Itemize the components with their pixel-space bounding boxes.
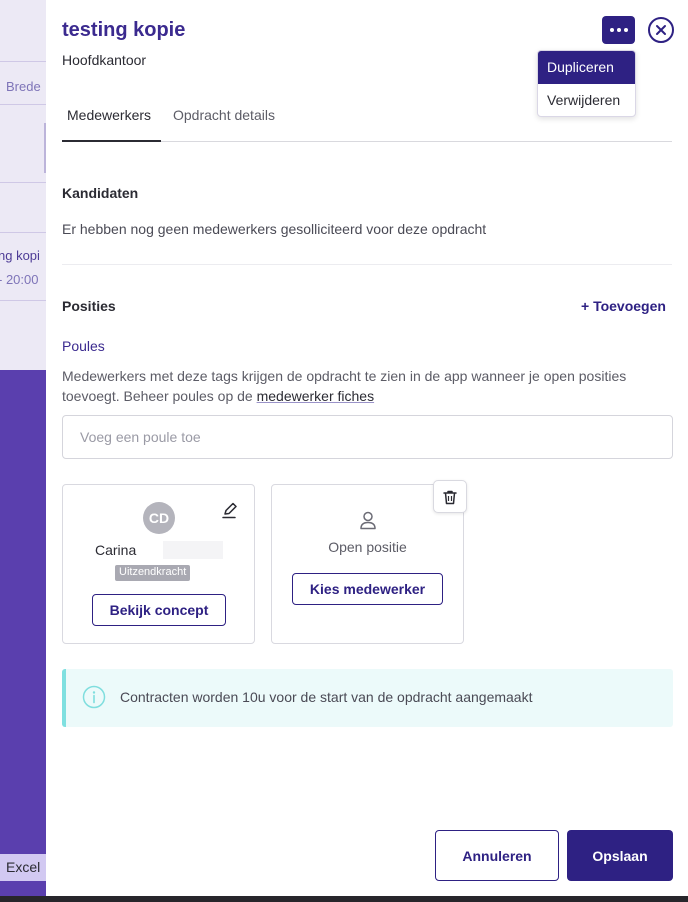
poules-label: Poules <box>62 338 105 354</box>
section-divider <box>62 264 672 265</box>
person-icon <box>360 511 376 530</box>
info-text: Contracten worden 10u voor de start van … <box>120 689 533 705</box>
poule-input[interactable]: Voeg een poule toe <box>62 415 673 459</box>
shift-detail-panel: testing kopie Hoofdkantoor Dupliceren Ve… <box>46 0 688 896</box>
background-divider <box>0 61 46 62</box>
poules-description: Medewerkers met deze tags krijgen de opd… <box>62 366 672 406</box>
employee-files-link[interactable]: medewerker fiches <box>257 388 375 404</box>
background-divider <box>0 300 46 301</box>
delete-position-button[interactable] <box>433 480 467 513</box>
close-button[interactable] <box>648 17 674 43</box>
info-icon <box>82 685 106 709</box>
location-label: Hoofdkantoor <box>62 52 147 68</box>
open-position-label: Open positie <box>328 539 407 555</box>
close-icon <box>656 25 666 35</box>
cancel-button[interactable]: Annuleren <box>435 830 559 881</box>
background-divider <box>0 232 46 233</box>
background-divider <box>0 104 46 105</box>
avatar: CD <box>143 502 175 534</box>
background-column-header: Brede <box>6 79 41 94</box>
background-app: Brede ng kopi - 20:00 <box>0 0 46 902</box>
dot-icon <box>623 28 628 32</box>
background-shift-time: - 20:00 <box>0 272 39 287</box>
background-shift-name: ng kopi <box>0 248 40 263</box>
active-tab-indicator <box>62 140 161 142</box>
candidates-heading: Kandidaten <box>62 185 139 201</box>
role-badge: Uitzendkracht <box>115 565 191 581</box>
dot-icon <box>616 28 621 32</box>
positions-heading: Posities <box>62 298 116 314</box>
info-banner: Contracten worden 10u voor de start van … <box>62 669 673 727</box>
page-title: testing kopie <box>62 19 186 41</box>
tab-bar: Medewerkers Opdracht details <box>62 100 672 142</box>
candidate-name: Carina <box>95 542 137 558</box>
dot-icon <box>609 28 614 32</box>
pencil-icon[interactable] <box>221 501 239 519</box>
view-concept-button[interactable]: Bekijk concept <box>92 594 226 626</box>
choose-employee-button[interactable]: Kies medewerker <box>292 573 443 605</box>
save-button[interactable]: Opslaan <box>567 830 673 881</box>
background-divider <box>0 182 46 183</box>
position-card: CD Carina Uitzendkracht Bekijk concept <box>62 484 255 644</box>
add-position-button[interactable]: + Toevoegen <box>581 298 666 314</box>
more-actions-button[interactable] <box>602 16 635 44</box>
trash-icon <box>443 490 457 504</box>
tab-assignment-details[interactable]: Opdracht details <box>173 107 275 123</box>
background-list <box>0 0 46 370</box>
tab-employees[interactable]: Medewerkers <box>67 107 151 123</box>
name-redaction <box>163 541 223 559</box>
menu-item-duplicate[interactable]: Dupliceren <box>538 51 635 84</box>
candidates-empty-text: Er hebben nog geen medewerkers gesollici… <box>62 221 487 237</box>
bottom-bar <box>0 896 688 902</box>
